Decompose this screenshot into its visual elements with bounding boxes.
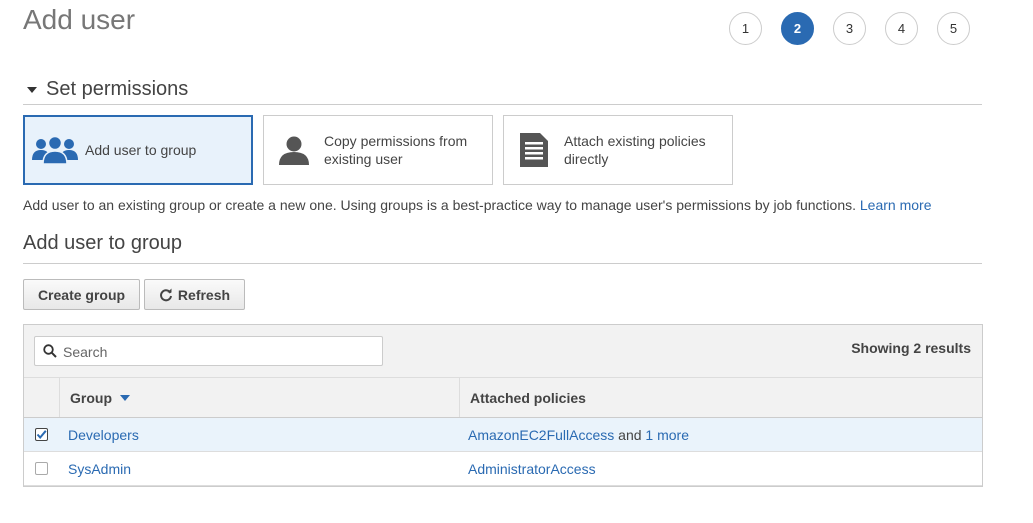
step-5[interactable]: 5	[937, 12, 970, 45]
learn-more-link[interactable]: Learn more	[860, 197, 932, 213]
attached-policies-cell: AmazonEC2FullAccess and 1 more	[468, 418, 689, 451]
option-label: Copy permissions from existing user	[324, 133, 468, 167]
group-column-header[interactable]: Group	[59, 378, 459, 417]
option-add-user-to-group[interactable]: Add user to group	[23, 115, 253, 185]
step-3[interactable]: 3	[833, 12, 866, 45]
permissions-description: Add user to an existing group or create …	[23, 197, 932, 213]
policy-link[interactable]: AmazonEC2FullAccess	[468, 427, 614, 443]
attached-policies-cell: AdministratorAccess	[468, 452, 596, 485]
step-4[interactable]: 4	[885, 12, 918, 45]
group-name-link[interactable]: SysAdmin	[68, 452, 131, 485]
page-title: Add user	[23, 4, 136, 35]
create-group-button[interactable]: Create group	[23, 279, 140, 310]
section-title: Add user to group	[23, 232, 182, 254]
checkbox-unchecked[interactable]	[35, 462, 48, 475]
policies-column-header[interactable]: Attached policies	[459, 378, 982, 417]
step-2-current[interactable]: 2	[781, 12, 814, 45]
user-icon	[264, 134, 324, 166]
add-user-to-group-header: Add user to group	[23, 232, 982, 264]
refresh-label: Refresh	[177, 286, 231, 303]
option-label: Attach existing policies directly	[564, 133, 706, 167]
more-policies-link[interactable]: 1 more	[645, 427, 689, 443]
group-name-link[interactable]: Developers	[68, 418, 139, 451]
row-select[interactable]	[35, 452, 48, 485]
set-permissions-header[interactable]: Set permissions	[23, 76, 982, 105]
table-row[interactable]: SysAdmin AdministratorAccess	[24, 452, 982, 486]
search-box[interactable]	[34, 336, 383, 366]
results-count: Showing 2 results	[851, 340, 971, 356]
table-toolbar: Showing 2 results	[24, 325, 982, 377]
policy-connector: and	[614, 426, 646, 443]
table-header: Group Attached policies	[24, 377, 982, 418]
sort-descending-icon[interactable]	[120, 394, 130, 401]
refresh-button[interactable]: Refresh	[144, 279, 245, 310]
option-copy-permissions[interactable]: Copy permissions from existing user	[263, 115, 493, 185]
groups-table: Showing 2 results Group Attached policie…	[23, 324, 983, 487]
step-1[interactable]: 1	[729, 12, 762, 45]
policy-link[interactable]: AdministratorAccess	[468, 461, 596, 477]
search-input[interactable]	[61, 342, 375, 362]
document-icon	[504, 132, 564, 168]
row-select[interactable]	[35, 418, 48, 451]
option-label: Add user to group	[85, 142, 197, 158]
search-icon	[43, 344, 57, 363]
option-attach-policies[interactable]: Attach existing policies directly	[503, 115, 733, 185]
select-column-header	[24, 378, 59, 417]
checkbox-checked[interactable]	[35, 428, 48, 441]
caret-down-icon[interactable]	[27, 87, 37, 93]
wizard-steps: 1 2 3 4 5	[729, 12, 989, 45]
set-permissions-title: Set permissions	[46, 78, 189, 100]
table-row[interactable]: Developers AmazonEC2FullAccess and 1 mor…	[24, 418, 982, 452]
users-group-icon	[25, 134, 85, 166]
refresh-icon	[159, 288, 173, 302]
